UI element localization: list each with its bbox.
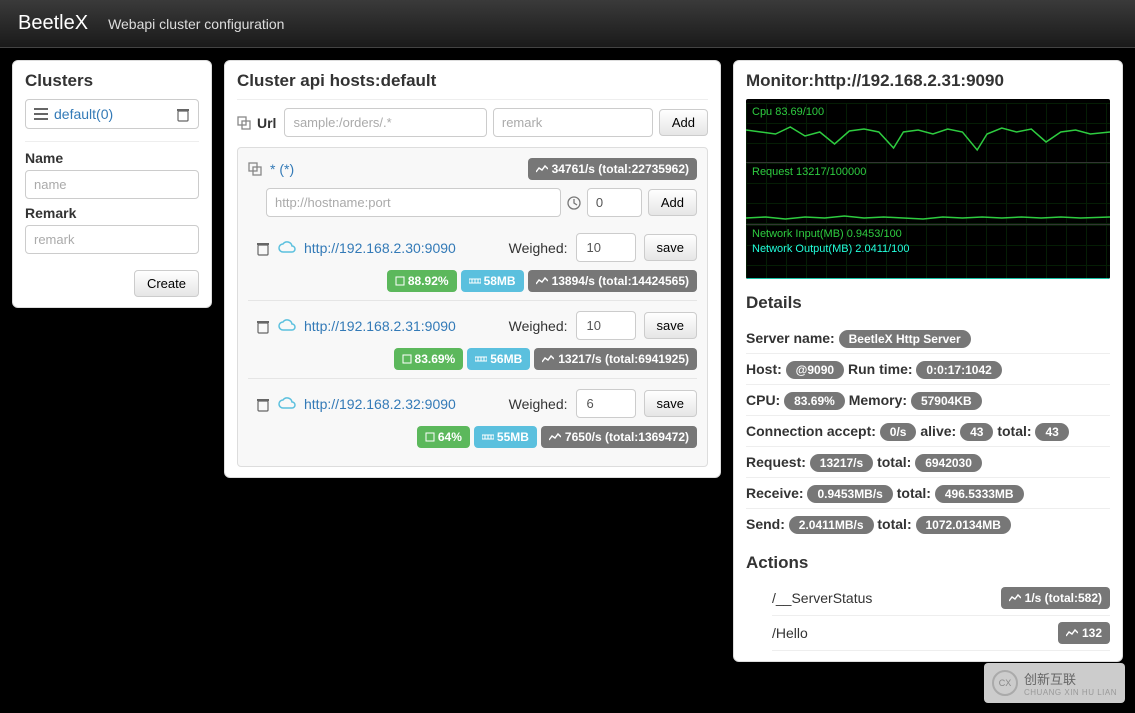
request-chart-label: Request 13217/100000 — [746, 163, 1110, 181]
create-button[interactable]: Create — [134, 270, 199, 297]
cloud-icon — [278, 241, 296, 255]
memory-badge: 55MB — [474, 426, 537, 448]
host-item: http://192.168.2.32:9090 Weighed: save 6… — [248, 379, 697, 456]
weighed-label: Weighed: — [509, 318, 568, 334]
add-url-button[interactable]: Add — [659, 109, 708, 136]
copy-icon[interactable] — [248, 162, 262, 176]
action-stat-badge: 132 — [1058, 622, 1110, 644]
netout-chart-label: Network Output(MB) 2.0411/100 — [746, 240, 1110, 258]
watermark: CX 创新互联 CHUANG XIN HU LIAN — [984, 663, 1125, 703]
detail-servername: Server name: BeetleX Http Server — [746, 323, 1110, 354]
detail-host-runtime: Host: @9090 Run time: 0:0:17:1042 — [746, 354, 1110, 385]
nav-cluster-config[interactable]: Webapi cluster configuration — [108, 16, 284, 32]
name-label: Name — [25, 150, 199, 166]
host-item: http://192.168.2.31:9090 Weighed: save 8… — [248, 301, 697, 379]
clusters-heading: Clusters — [25, 71, 199, 91]
details-heading: Details — [746, 293, 1110, 313]
host-link[interactable]: http://192.168.2.30:9090 — [304, 240, 501, 256]
monitor-panel: Monitor:http://192.168.2.31:9090 Cpu 83.… — [733, 60, 1123, 662]
cpu-chart-label: Cpu 83.69/100 — [746, 103, 1110, 121]
action-stat-badge: 1/s (total:582) — [1001, 587, 1110, 609]
action-item: /Hello 132 — [772, 616, 1110, 651]
clock-icon — [567, 196, 581, 210]
pattern-box: * (*) 34761/s (total:22735962) Add http:… — [237, 147, 708, 467]
copy-icon[interactable] — [237, 116, 251, 130]
cluster-item[interactable]: default(0) — [25, 99, 199, 129]
throughput-badge: 13217/s (total:6941925) — [534, 348, 697, 370]
detail-request: Request: 13217/s total: 6942030 — [746, 447, 1110, 478]
detail-receive: Receive: 0.9453MB/s total: 496.5333MB — [746, 478, 1110, 509]
cloud-icon — [278, 319, 296, 333]
weighed-label: Weighed: — [509, 396, 568, 412]
url-input[interactable] — [284, 108, 486, 137]
detail-connection: Connection accept: 0/s alive: 43 total: … — [746, 416, 1110, 447]
host-input[interactable] — [266, 188, 561, 217]
clusters-panel: Clusters default(0) Name Remark Create — [12, 60, 212, 308]
monitor-chart: Cpu 83.69/100 Request 13217/100000 Netwo… — [746, 99, 1110, 279]
memory-badge: 56MB — [467, 348, 530, 370]
url-label: Url — [257, 115, 276, 131]
save-button[interactable]: save — [644, 312, 697, 339]
chart-icon — [536, 164, 548, 174]
monitor-heading: Monitor:http://192.168.2.31:9090 — [746, 71, 1110, 91]
host-link[interactable]: http://192.168.2.32:9090 — [304, 396, 501, 412]
pattern-link[interactable]: * (*) — [270, 161, 294, 177]
hosts-heading: Cluster api hosts:default — [237, 71, 708, 91]
actions-heading: Actions — [746, 553, 1110, 573]
trash-icon[interactable] — [256, 242, 270, 254]
pattern-stat-badge: 34761/s (total:22735962) — [528, 158, 697, 180]
throughput-badge: 13894/s (total:14424565) — [528, 270, 697, 292]
weight-field[interactable] — [576, 311, 636, 340]
trash-icon[interactable] — [176, 108, 190, 120]
save-button[interactable]: save — [644, 390, 697, 417]
list-icon — [34, 107, 48, 121]
action-path: /Hello — [772, 625, 1058, 641]
detail-cpu-memory: CPU: 83.69% Memory: 57904KB — [746, 385, 1110, 416]
topbar: BeetleX Webapi cluster configuration — [0, 0, 1135, 48]
weight-field[interactable] — [576, 233, 636, 262]
action-path: /__ServerStatus — [772, 590, 1001, 606]
remark-label: Remark — [25, 205, 199, 221]
cluster-link[interactable]: default(0) — [54, 106, 170, 122]
add-host-button[interactable]: Add — [648, 189, 697, 216]
save-button[interactable]: save — [644, 234, 697, 261]
cpu-badge: 88.92% — [387, 270, 457, 292]
throughput-badge: 7650/s (total:1369472) — [541, 426, 697, 448]
cpu-badge: 64% — [417, 426, 470, 448]
trash-icon[interactable] — [256, 398, 270, 410]
action-item: /__ServerStatus 1/s (total:582) — [772, 581, 1110, 616]
url-remark-input[interactable] — [493, 108, 653, 137]
memory-badge: 58MB — [461, 270, 524, 292]
brand[interactable]: BeetleX — [18, 12, 88, 35]
remark-input[interactable] — [25, 225, 199, 254]
detail-send: Send: 2.0411MB/s total: 1072.0134MB — [746, 509, 1110, 539]
hosts-panel: Cluster api hosts:default Url Add * (*) — [224, 60, 721, 478]
weight-field[interactable] — [576, 389, 636, 418]
weighed-label: Weighed: — [509, 240, 568, 256]
trash-icon[interactable] — [256, 320, 270, 332]
name-input[interactable] — [25, 170, 199, 199]
host-item: http://192.168.2.30:9090 Weighed: save 8… — [248, 223, 697, 301]
weight-input[interactable] — [587, 188, 642, 217]
cloud-icon — [278, 397, 296, 411]
host-link[interactable]: http://192.168.2.31:9090 — [304, 318, 501, 334]
cpu-badge: 83.69% — [394, 348, 464, 370]
